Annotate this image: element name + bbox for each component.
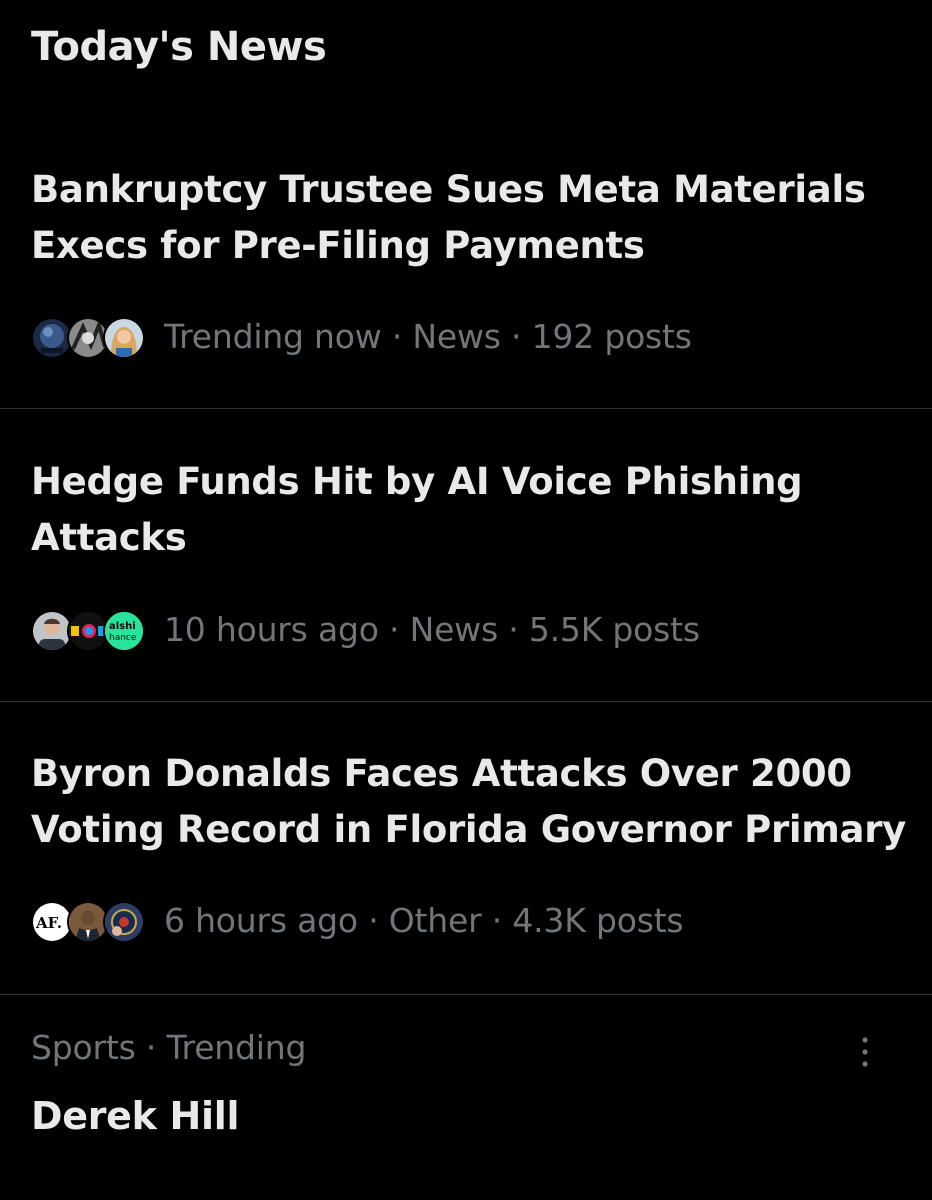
avatar — [103, 317, 145, 359]
logo-text: alshi — [109, 621, 136, 632]
story-meta-text: Trending now · News · 192 posts — [164, 316, 692, 356]
logo-text: hance — [109, 633, 137, 643]
trend-context: Sports · Trending — [31, 1028, 307, 1067]
news-story-1[interactable]: Bankruptcy Trustee Sues Meta Materials E… — [0, 150, 932, 408]
story-meta: Trending now · News · 192 posts — [31, 313, 692, 359]
story-headline: Bankruptcy Trustee Sues Meta Materials E… — [31, 168, 866, 267]
news-story-2[interactable]: Hedge Funds Hit by AI Voice Phishing Att… — [0, 442, 932, 700]
story-meta-text: 6 hours ago · Other · 4.3K posts — [164, 900, 684, 940]
logo-text: AF. — [35, 914, 62, 932]
story-headline: Byron Donalds Faces Attacks Over 2000 Vo… — [31, 752, 906, 851]
story-meta: AF. 6 hours ago · Other · 4.3K posts — [31, 897, 684, 943]
avatar — [103, 901, 145, 943]
trend-name: Derek Hill — [31, 1094, 240, 1138]
more-options-button[interactable] — [846, 1034, 884, 1074]
news-story-3[interactable]: Byron Donalds Faces Attacks Over 2000 Vo… — [0, 734, 932, 994]
story-meta-text: 10 hours ago · News · 5.5K posts — [164, 609, 700, 649]
avatar-group — [31, 313, 145, 359]
section-title: Today's News — [31, 24, 327, 70]
avatar: alshi hance — [103, 610, 145, 652]
trend-item[interactable]: Sports · Trending Derek Hill — [0, 994, 932, 1200]
more-vertical-icon — [860, 1036, 870, 1072]
story-headline: Hedge Funds Hit by AI Voice Phishing Att… — [31, 460, 803, 559]
story-meta: alshi hance 10 hours ago · News · 5.5K p… — [31, 606, 700, 652]
divider — [0, 701, 932, 702]
divider — [0, 408, 932, 409]
avatar-group: AF. — [31, 897, 145, 943]
avatar-group: alshi hance — [31, 606, 145, 652]
